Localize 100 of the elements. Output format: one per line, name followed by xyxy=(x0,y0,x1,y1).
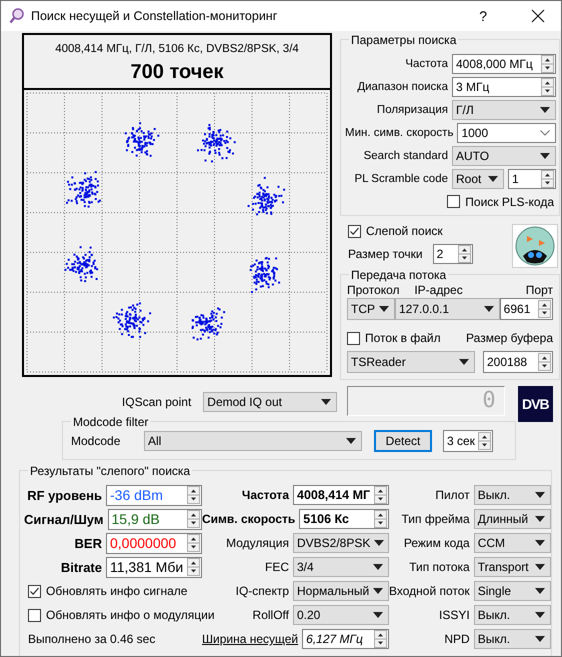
link[interactable]: Ширина несущей xyxy=(202,632,298,646)
checkbox[interactable] xyxy=(348,224,361,238)
group-title: Modcode filter xyxy=(71,415,150,429)
spin-buttons xyxy=(541,170,554,188)
dropdown[interactable]: All xyxy=(144,431,362,451)
column-label: Протокол xyxy=(347,283,401,298)
help-button[interactable]: ? xyxy=(479,8,487,24)
detect-button[interactable]: Detect xyxy=(374,430,432,452)
checkbox-label[interactable]: Обновлять инфо сигнале xyxy=(46,584,188,598)
status-text: Выполнено за 0.46 sec xyxy=(28,632,156,646)
spin-field[interactable]: 2 xyxy=(432,244,473,264)
group-title: Параметры поиска xyxy=(349,33,458,47)
spin-field[interactable]: 0,0000000 xyxy=(106,532,202,554)
caret-icon xyxy=(540,106,550,112)
caret-icon xyxy=(534,612,545,618)
group-title: Результаты "слепого" поиска xyxy=(28,464,192,478)
spin-field[interactable]: 15,9 dB xyxy=(108,508,202,530)
lcd-display: 0 xyxy=(347,386,505,416)
dropdown[interactable]: Demod IQ out xyxy=(203,392,338,412)
caret-icon xyxy=(534,588,545,594)
dropdown[interactable]: Нормальный xyxy=(293,581,389,601)
field-label: Размер точки xyxy=(348,247,423,261)
spin-buttons xyxy=(538,300,551,318)
spin-field[interactable]: 4008,414 МГ xyxy=(293,485,389,505)
field-label: Мин. симв. скорость xyxy=(345,126,454,138)
spin-field[interactable]: 5106 Кс xyxy=(299,509,389,529)
spin-buttons xyxy=(187,486,200,504)
field-label: Пилот xyxy=(435,488,470,502)
dropdown[interactable]: Г/Л xyxy=(452,100,556,120)
field-label: Модуляция xyxy=(226,536,289,550)
spin-field[interactable]: 6,127 МГц xyxy=(302,629,389,649)
dropdown[interactable]: 0.20 xyxy=(293,605,389,625)
field-label: Search standard xyxy=(364,150,448,162)
dropdown[interactable]: Transport xyxy=(474,557,551,577)
dropdown[interactable]: CCM xyxy=(474,533,551,553)
spin-buttons xyxy=(541,54,554,72)
spin-buttons xyxy=(374,486,387,504)
spin-field[interactable]: 200188 xyxy=(483,351,553,373)
field-label: Сигнал/Шум xyxy=(24,512,104,526)
caret-icon xyxy=(534,564,545,570)
value-text: 11,381 Мби xyxy=(110,559,184,575)
spin-buttons xyxy=(541,78,554,96)
checkbox-label[interactable]: Поиск PLS-кода xyxy=(465,194,554,208)
field-label: ISSYI xyxy=(439,608,470,622)
checkbox-label[interactable]: Обновлять инфо о модуляции xyxy=(46,608,215,622)
field-label: PL Scramble code xyxy=(354,172,448,184)
column-label: IP-адрес xyxy=(414,283,464,298)
field-label: Тип потока xyxy=(409,560,470,574)
spin-buttons xyxy=(374,630,387,648)
value-text: 15,9 dB xyxy=(112,511,160,527)
checkbox[interactable] xyxy=(447,195,460,208)
cartoon-picture xyxy=(515,226,555,266)
window-title: Поиск несущей и Constellation-мониторинг xyxy=(31,9,278,23)
caret-icon xyxy=(534,492,545,498)
caret-icon xyxy=(488,176,498,182)
spin-field[interactable]: 6961 xyxy=(500,298,553,320)
chevron-icon xyxy=(540,130,550,136)
dropdown[interactable]: TSReader xyxy=(347,351,475,373)
spin-field[interactable]: 3 сек xyxy=(443,430,493,452)
checkbox[interactable] xyxy=(28,584,41,598)
field-label: Modcode xyxy=(71,434,122,448)
dropdown[interactable]: DVBS2/8PSK xyxy=(293,533,389,553)
dropdown[interactable]: Длинный xyxy=(474,509,551,529)
field-label: Bitrate xyxy=(60,560,102,574)
field-label: Размер буфера xyxy=(466,331,553,345)
caret-icon xyxy=(373,612,383,618)
caret-icon xyxy=(379,306,389,312)
spin-field[interactable]: 4008,000 МГц xyxy=(452,54,556,74)
dropdown[interactable]: AUTO xyxy=(452,146,556,166)
caret-icon xyxy=(534,516,545,522)
checkbox[interactable] xyxy=(347,332,360,344)
field-label: Режим кода xyxy=(404,536,470,550)
field-label: Входной поток xyxy=(389,584,470,598)
spin-field[interactable]: 3 МГц xyxy=(452,76,556,96)
spin-buttons xyxy=(458,245,471,263)
dropdown[interactable]: TCP xyxy=(347,298,395,320)
dropdown[interactable]: Выкл. xyxy=(474,629,551,649)
spin-buttons xyxy=(478,432,491,450)
dropdown[interactable]: 127.0.0.1 xyxy=(395,298,500,320)
checkbox[interactable] xyxy=(28,608,41,622)
close-icon[interactable] xyxy=(531,9,545,23)
caret-icon xyxy=(534,540,545,546)
spin-field[interactable]: 1 xyxy=(508,168,556,188)
dropdown[interactable]: Выкл. xyxy=(474,605,551,625)
dropdown[interactable]: Root xyxy=(452,168,504,188)
checkbox-label[interactable]: Слепой поиск xyxy=(366,224,443,238)
spin-buttons xyxy=(187,558,200,576)
caret-icon xyxy=(321,399,332,405)
checkbox-label[interactable]: Поток в файл xyxy=(365,331,441,345)
field-label: Тип фрейма xyxy=(402,512,470,526)
dropdown[interactable]: 1000 xyxy=(457,122,556,142)
dropdown[interactable]: Выкл. xyxy=(474,485,551,505)
spin-buttons xyxy=(538,353,551,371)
group-title: Передача потока xyxy=(349,268,448,282)
caret-icon xyxy=(373,588,384,594)
dropdown[interactable]: 3/4 xyxy=(293,557,389,577)
spin-field[interactable]: 11,381 Мби xyxy=(106,556,202,578)
spin-buttons xyxy=(374,510,387,528)
spin-field[interactable]: -36 dBm xyxy=(106,484,202,506)
dropdown[interactable]: Single xyxy=(474,581,551,601)
